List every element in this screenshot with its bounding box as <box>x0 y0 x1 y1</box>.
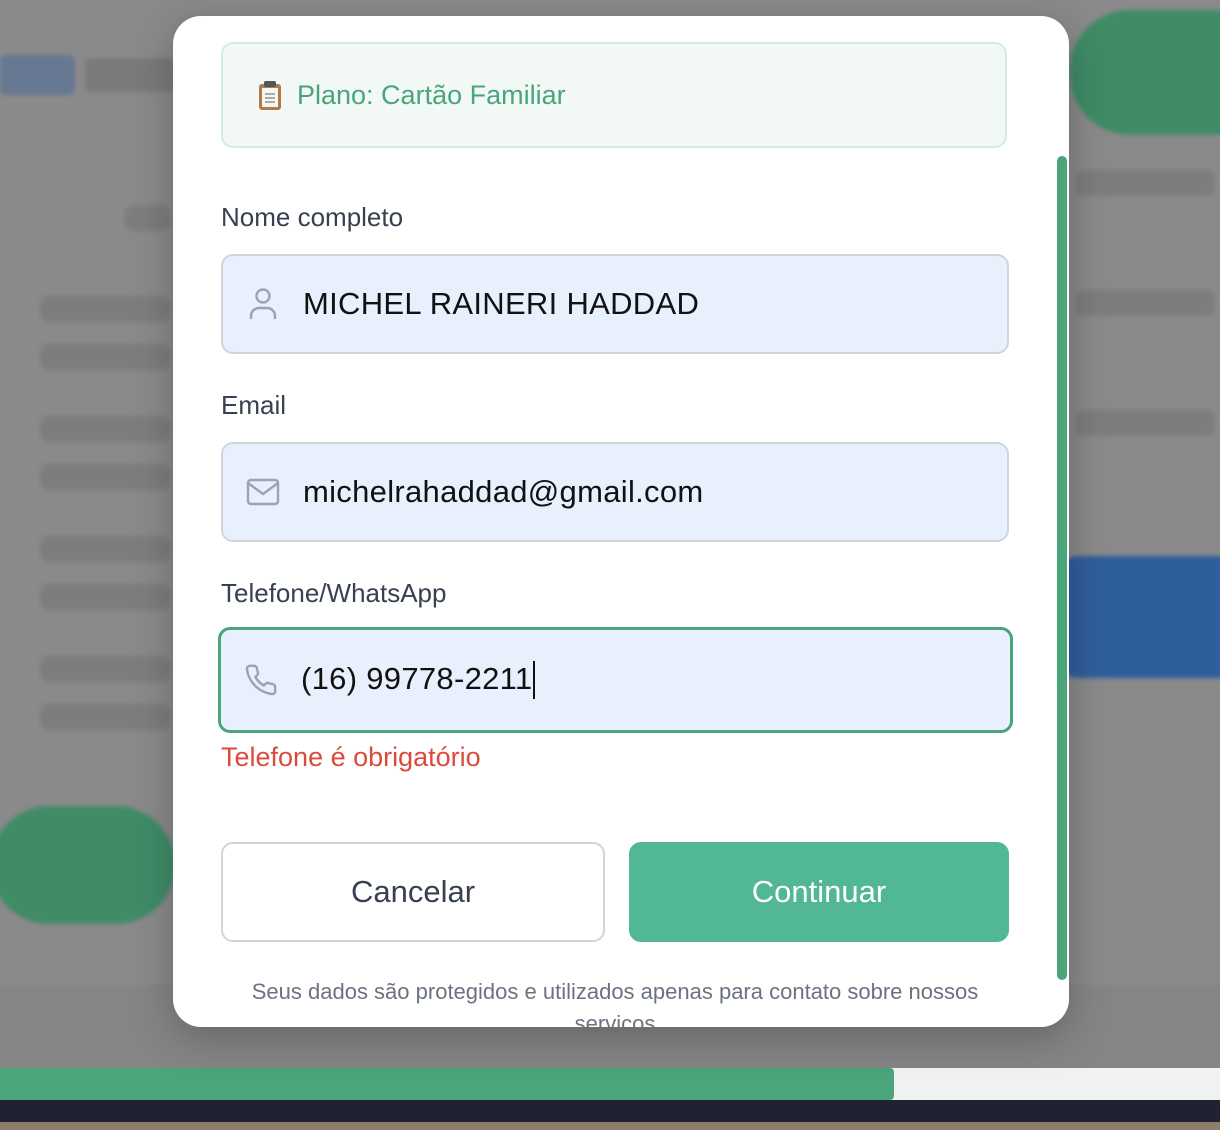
continue-button[interactable]: Continuar <box>629 842 1009 942</box>
progress-bar <box>0 1068 1220 1100</box>
user-icon <box>245 286 281 322</box>
taskbar <box>0 1100 1220 1122</box>
background-logo-subtext <box>85 58 175 92</box>
mail-icon <box>245 474 281 510</box>
phone-field[interactable]: (16) 99778-2211 <box>218 627 1013 733</box>
background-text-line <box>1075 290 1215 316</box>
background-blue-button <box>1060 556 1220 678</box>
email-label: Email <box>221 390 287 420</box>
progress-bar-fill <box>0 1068 895 1100</box>
modal-scrollbar[interactable] <box>1057 156 1067 980</box>
background-text-line <box>125 205 170 231</box>
background-text-line <box>40 464 170 490</box>
background-text-line <box>40 296 170 322</box>
plan-banner: Plano: Cartão Familiar <box>221 42 1007 148</box>
background-text-line <box>40 536 170 562</box>
background-logo-text <box>0 55 75 95</box>
phone-error-message: Telefone é obrigatório <box>221 742 481 772</box>
phone-icon <box>243 662 279 698</box>
desktop-edge <box>0 1122 1220 1130</box>
background-green-button <box>1070 10 1220 135</box>
name-label: Nome completo <box>221 202 404 232</box>
clipboard-icon <box>257 80 283 110</box>
phone-value: (16) 99778-2211 <box>301 661 536 700</box>
email-value: michelrahaddad@gmail.com <box>303 474 704 509</box>
background-text-line <box>1075 410 1215 436</box>
background-text-line <box>1075 170 1215 196</box>
cancel-button[interactable]: Cancelar <box>221 842 605 942</box>
background-green-button-left <box>0 806 175 924</box>
signup-modal: Plano: Cartão Familiar Nome completo MIC… <box>173 16 1069 1027</box>
background-text-line <box>40 416 170 442</box>
phone-label: Telefone/WhatsApp <box>221 578 447 608</box>
background-text-line <box>40 656 170 682</box>
privacy-note: Seus dados são protegidos e utilizados a… <box>251 979 979 1027</box>
text-caret <box>533 661 536 700</box>
name-value: MICHEL RAINERI HADDAD <box>303 286 700 321</box>
plan-name: Plano: Cartão Familiar <box>297 79 566 110</box>
background-text-line <box>40 344 170 370</box>
name-field[interactable]: MICHEL RAINERI HADDAD <box>221 254 1009 354</box>
background-text-line <box>40 584 170 610</box>
background-text-line <box>40 704 170 730</box>
email-field[interactable]: michelrahaddad@gmail.com <box>221 442 1009 542</box>
